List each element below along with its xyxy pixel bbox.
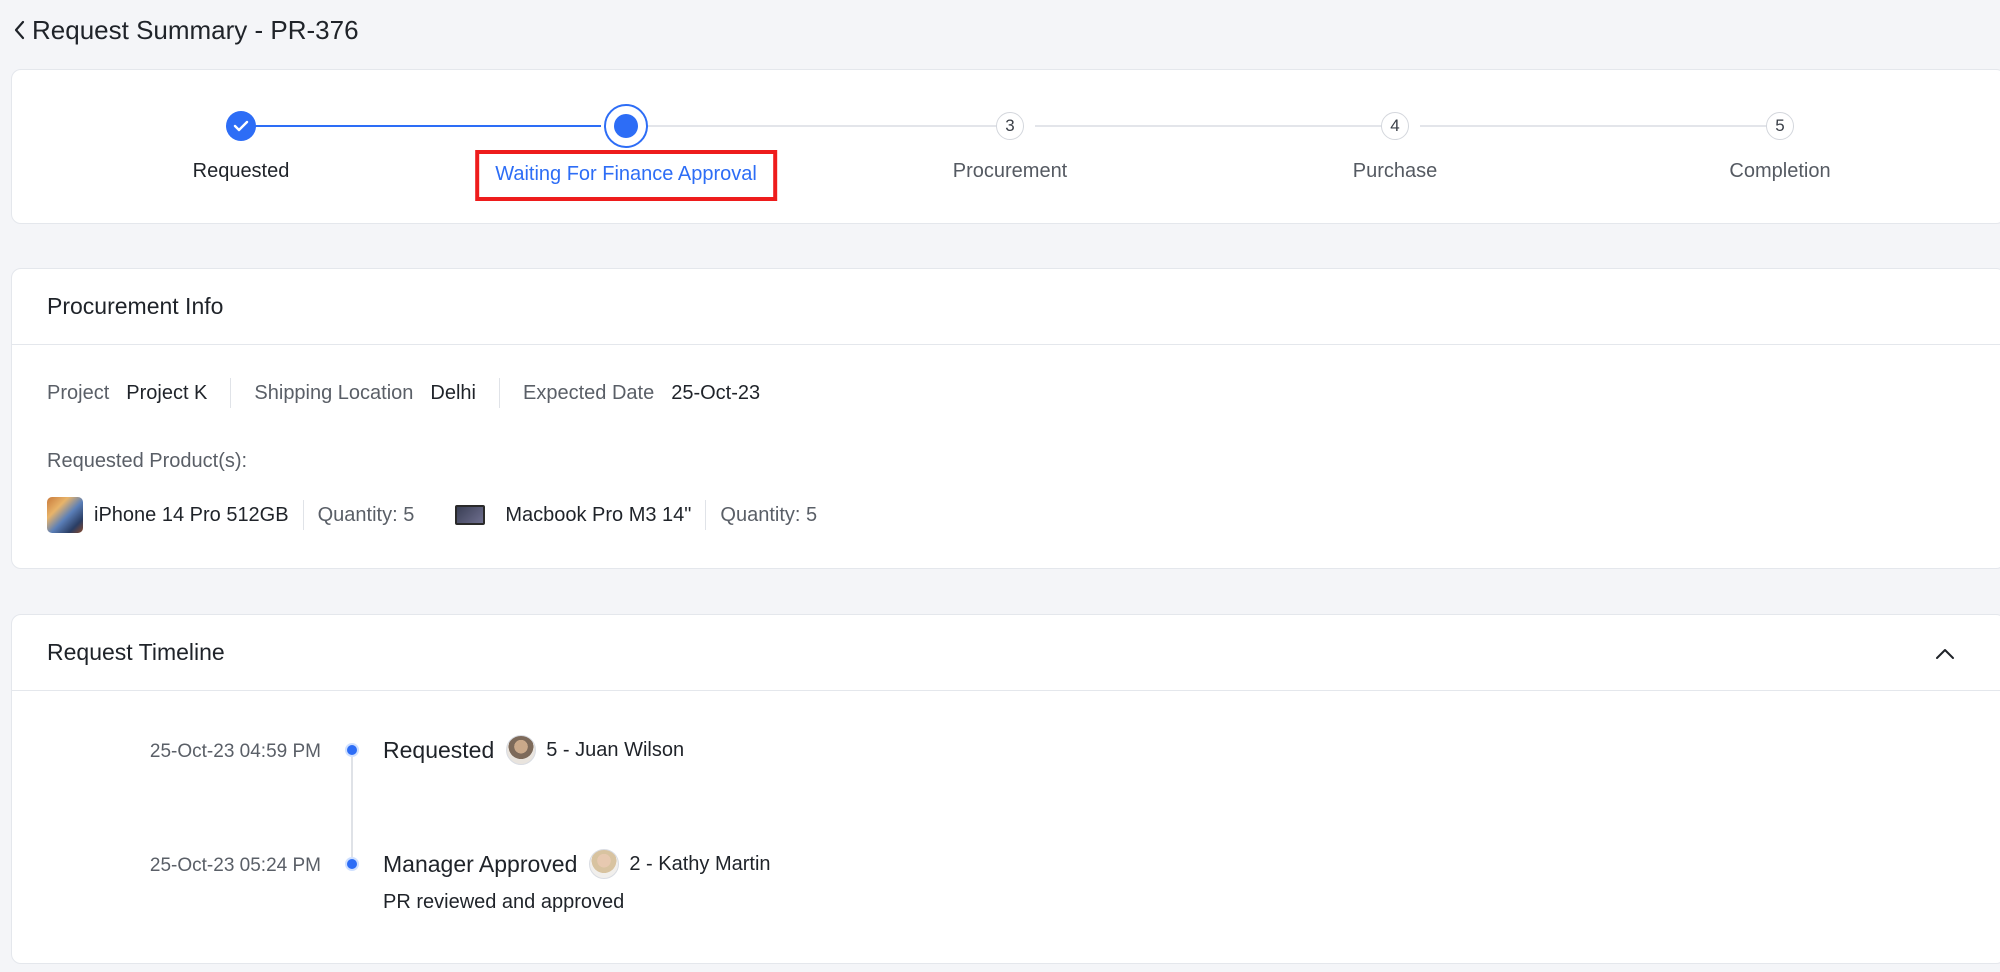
- shipping-location-value: Delhi: [430, 381, 476, 404]
- step-connector: [623, 125, 997, 127]
- avatar: [506, 735, 537, 765]
- procurement-info-title: Procurement Info: [12, 269, 2000, 345]
- step-3-indicator: 3: [996, 112, 1024, 140]
- requested-products-label: Requested Product(s):: [47, 450, 248, 472]
- procurement-details-row: Project Project K Shipping Location Delh…: [47, 378, 760, 408]
- product-thumbnail: [452, 497, 489, 533]
- step-4-label: Purchase: [1352, 160, 1438, 182]
- timeline-event: Requested 5 - Juan Wilson: [383, 735, 684, 765]
- timeline-time: 25-Oct-23 05:24 PM: [149, 855, 321, 876]
- step-connector: [1420, 125, 1779, 127]
- back-button[interactable]: [8, 10, 30, 50]
- product-quantity: Quantity: 5: [317, 503, 415, 526]
- timeline-event-title: Manager Approved: [383, 850, 578, 877]
- timeline-connector: [351, 752, 353, 862]
- project-label: Project: [47, 381, 110, 404]
- step-2-indicator: [604, 104, 648, 148]
- status-stepper: Requested Waiting For Finance Approval 3…: [11, 69, 2000, 224]
- step-1-indicator: [226, 111, 256, 141]
- procurement-info-card: Procurement Info Project Project K Shipp…: [11, 268, 2000, 569]
- step-1-label: Requested: [192, 160, 290, 182]
- step-5-label: Completion: [1729, 160, 1831, 182]
- divider: [499, 378, 500, 408]
- collapse-timeline-button[interactable]: [1930, 639, 1960, 669]
- product-thumbnail: [47, 497, 83, 533]
- timeline-dot: [345, 857, 359, 871]
- page-title: Request Summary - PR-376: [32, 14, 359, 45]
- check-icon: [233, 120, 249, 132]
- request-timeline-card: Request Timeline 25-Oct-23 04:59 PM Requ…: [11, 614, 2000, 964]
- expected-date-label: Expected Date: [523, 381, 655, 404]
- timeline-event: Manager Approved 2 - Kathy Martin: [383, 849, 771, 879]
- timeline-event-user: 5 - Juan Wilson: [546, 738, 685, 761]
- timeline-dot: [345, 743, 359, 757]
- timeline-event-note: PR reviewed and approved: [383, 891, 625, 913]
- chevron-left-icon: [14, 20, 25, 40]
- step-4-indicator: 4: [1381, 112, 1409, 140]
- step-5-indicator: 5: [1766, 112, 1794, 140]
- product-name: iPhone 14 Pro 512GB: [94, 503, 289, 526]
- product-quantity: Quantity: 5: [720, 503, 818, 526]
- step-3-label: Procurement: [952, 160, 1068, 182]
- step-2-label: Waiting For Finance Approval: [475, 150, 777, 201]
- timeline-event-title: Requested: [383, 736, 495, 763]
- avatar: [589, 849, 620, 879]
- requested-products-list: iPhone 14 Pro 512GB Quantity: 5 Macbook …: [47, 497, 817, 533]
- timeline-time: 25-Oct-23 04:59 PM: [149, 741, 321, 762]
- divider: [302, 500, 304, 530]
- step-connector: [237, 125, 601, 127]
- timeline-event-user: 2 - Kathy Martin: [629, 852, 771, 875]
- divider: [230, 378, 232, 408]
- chevron-up-icon: [1936, 649, 1954, 659]
- expected-date-value: 25-Oct-23: [671, 381, 761, 404]
- request-timeline-title: Request Timeline: [12, 615, 2000, 691]
- page-header: Request Summary - PR-376: [8, 10, 359, 50]
- step-connector: [1035, 125, 1391, 127]
- project-value: Project K: [126, 381, 208, 404]
- product-name: Macbook Pro M3 14": [505, 503, 692, 526]
- current-step-dot: [614, 114, 638, 138]
- divider: [705, 500, 707, 530]
- shipping-location-label: Shipping Location: [254, 381, 414, 404]
